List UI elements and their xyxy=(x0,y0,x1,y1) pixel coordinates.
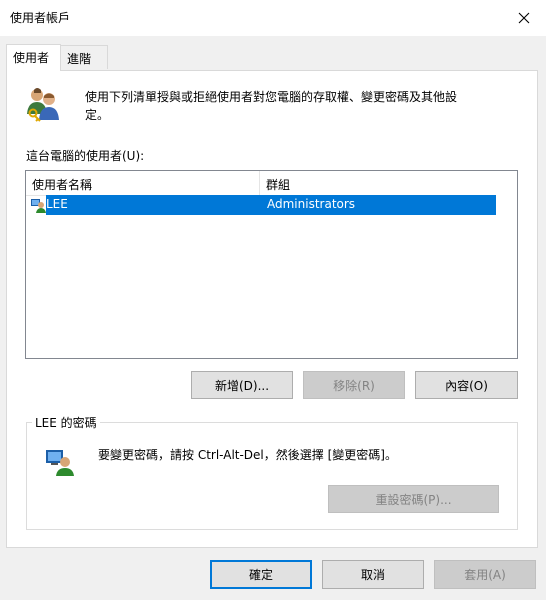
close-button[interactable] xyxy=(506,4,542,32)
window-title: 使用者帳戶 xyxy=(10,11,71,25)
reset-password-button[interactable]: 重設密碼(P)... xyxy=(328,485,499,513)
close-icon xyxy=(518,12,530,24)
add-user-button[interactable]: 新增(D)... xyxy=(191,371,293,399)
ok-button[interactable]: 確定 xyxy=(210,560,312,589)
password-instructions: 要變更密碼，請按 Ctrl-Alt-Del，然後選擇 [變更密碼]。 xyxy=(98,448,397,462)
row-group: Administrators xyxy=(267,197,356,211)
column-divider[interactable] xyxy=(259,171,260,195)
row-username: LEE xyxy=(46,197,68,211)
column-header-group[interactable]: 群組 xyxy=(266,176,290,193)
list-header: 使用者名稱 群組 xyxy=(26,171,495,196)
password-group xyxy=(26,422,518,530)
users-list-label: 這台電腦的使用者(U): xyxy=(26,149,145,163)
apply-button[interactable]: 套用(A) xyxy=(434,560,536,589)
cancel-button[interactable]: 取消 xyxy=(322,560,424,589)
column-header-username[interactable]: 使用者名稱 xyxy=(32,176,92,193)
tab-users-label: 使用者 xyxy=(13,51,50,65)
intro-text: 使用下列清單授與或拒絕使用者對您電腦的存取權、變更密碼及其他設 定。 xyxy=(85,88,525,124)
tab-advanced-label: 進階 xyxy=(67,52,92,66)
properties-button[interactable]: 內容(O) xyxy=(415,371,518,399)
password-group-title: LEE 的密碼 xyxy=(32,414,100,431)
title-bar: 使用者帳戶 xyxy=(0,0,546,36)
table-row[interactable]: LEE Administrators xyxy=(26,195,496,215)
user-row-icon xyxy=(30,197,46,213)
user-computer-icon xyxy=(44,446,74,476)
users-icon xyxy=(24,86,62,122)
intro-line-1: 使用下列清單授與或拒絕使用者對您電腦的存取權、變更密碼及其他設 xyxy=(85,90,458,104)
remove-user-button[interactable]: 移除(R) xyxy=(303,371,405,399)
intro-line-2: 定。 xyxy=(85,108,110,122)
tab-advanced[interactable]: 進階 xyxy=(60,45,108,69)
users-list[interactable]: 使用者名稱 群組 LEE Administrators xyxy=(25,170,518,359)
tab-users[interactable]: 使用者 xyxy=(6,44,61,71)
